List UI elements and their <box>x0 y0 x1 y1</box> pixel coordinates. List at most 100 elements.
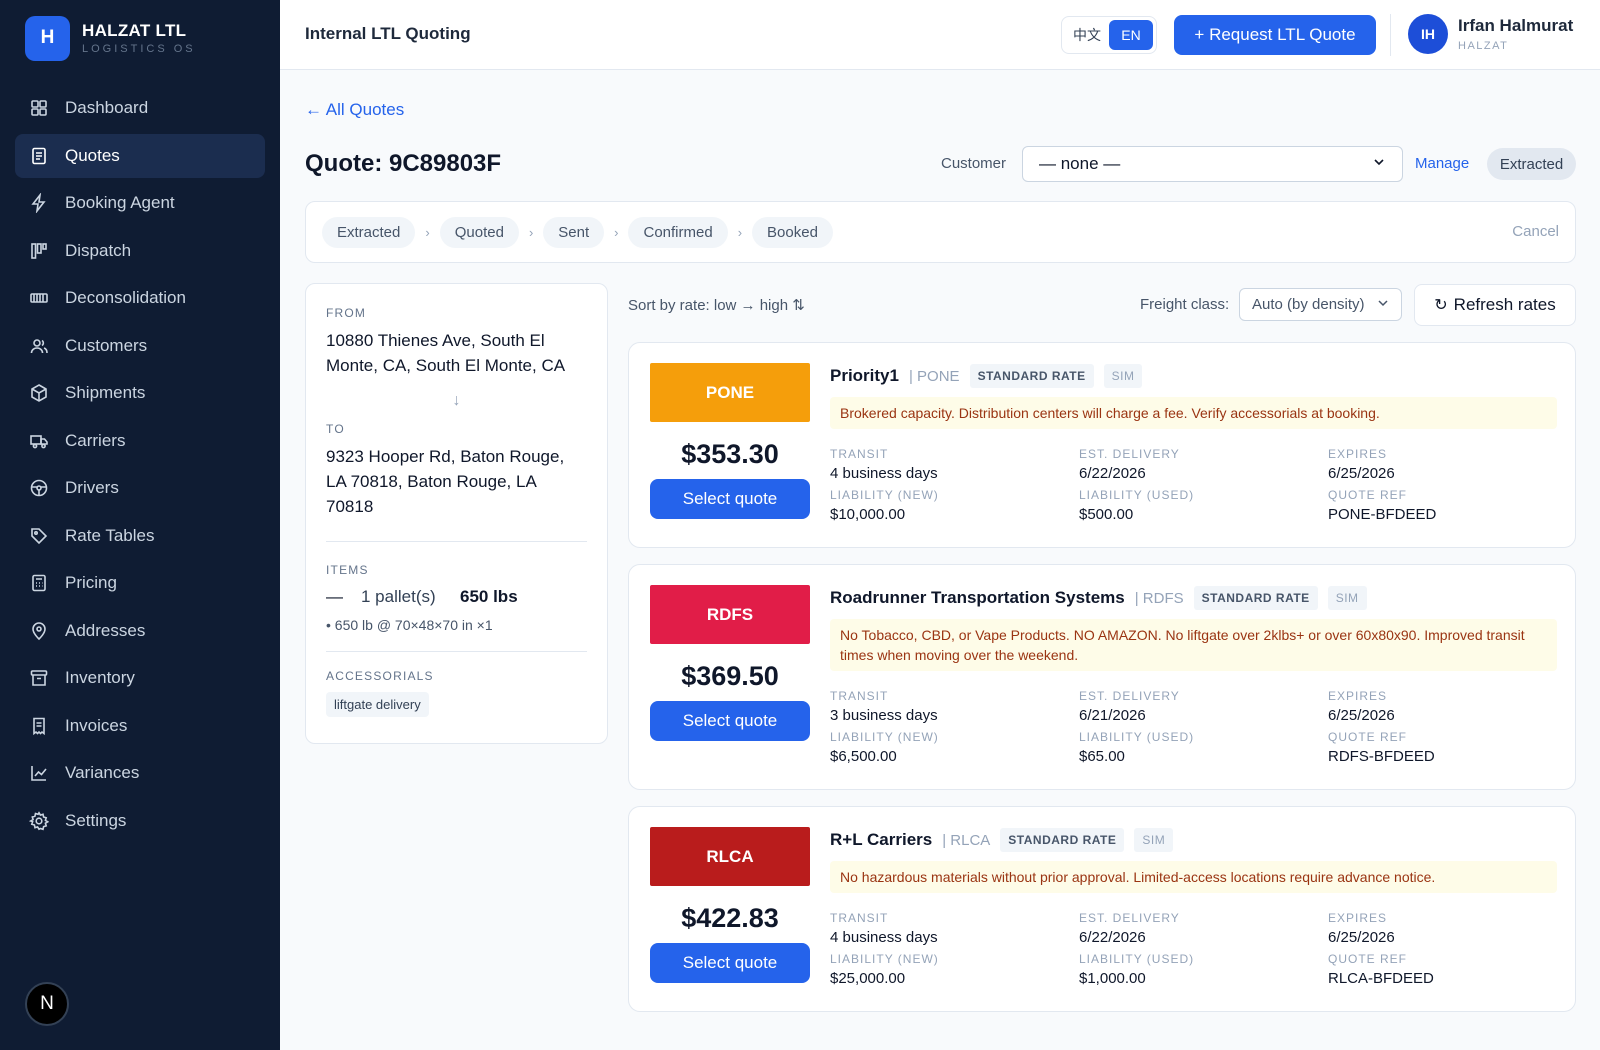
field-value-liability-new: $25,000.00 <box>830 970 906 987</box>
cancel-quote-link[interactable]: Cancel <box>1512 223 1559 240</box>
carrier-code: | PONE <box>908 367 960 385</box>
quote-price: $353.30 <box>681 439 779 469</box>
accessorial-chip: liftgate delivery <box>326 692 429 717</box>
refresh-rates-button[interactable]: ↻ Refresh rates <box>1414 284 1576 326</box>
sidebar-item-variances[interactable]: Variances <box>15 751 265 795</box>
carrier-note: Brokered capacity. Distribution centers … <box>830 397 1557 429</box>
sidebar-item-carriers[interactable]: Carriers <box>15 419 265 463</box>
step-confirmed[interactable]: Confirmed <box>628 217 728 248</box>
step-quoted[interactable]: Quoted <box>439 217 519 248</box>
sidebar-item-shipments[interactable]: Shipments <box>15 371 265 415</box>
sidebar-item-booking-agent[interactable]: Booking Agent <box>15 181 265 225</box>
sidebar-item-quotes[interactable]: Quotes <box>15 133 265 178</box>
refresh-icon: ↻ <box>1434 297 1448 314</box>
to-label: TO <box>326 422 345 436</box>
sidebar-item-dashboard[interactable]: Dashboard <box>15 86 265 130</box>
archive-icon <box>29 668 49 688</box>
arrow-down-icon: ↓ <box>452 392 461 409</box>
sidebar-item-label: Invoices <box>65 715 128 735</box>
brand-subtitle: LOGISTICS OS <box>82 43 196 55</box>
users-icon <box>29 336 49 356</box>
sim-tag: SIM <box>1134 828 1174 852</box>
sidebar-item-rate-tables[interactable]: Rate Tables <box>15 514 265 558</box>
items-label: ITEMS <box>326 563 369 577</box>
step-sent[interactable]: Sent <box>543 217 605 248</box>
brand-name: HALZAT LTL <box>82 21 187 40</box>
items-weight: 650 lbs <box>460 587 518 606</box>
sort-by-rate-toggle[interactable]: Sort by rate: low → high ⇅ <box>628 296 805 314</box>
sidebar-item-pricing[interactable]: Pricing <box>15 561 265 605</box>
field-label-quote-ref: QUOTE REF <box>1328 952 1408 966</box>
quote-card: PONE $353.30 Select quote Priority1 | PONE ST… <box>628 342 1576 548</box>
sidebar-item-invoices[interactable]: Invoices <box>15 704 265 748</box>
lang-option-en[interactable]: EN <box>1109 20 1153 50</box>
field-label-expires: EXPIRES <box>1328 447 1388 461</box>
field-value-quote-ref: RDFS-BFDEED <box>1328 748 1435 765</box>
sidebar-item-addresses[interactable]: Addresses <box>15 609 265 653</box>
sidebar-item-dispatch[interactable]: Dispatch <box>15 229 265 273</box>
chevron-right-icon: › <box>737 225 743 240</box>
items-dash: — <box>326 587 343 606</box>
step-booked[interactable]: Booked <box>752 217 833 248</box>
page-title: Quote: 9C89803F <box>305 150 502 177</box>
chevron-right-icon: › <box>614 225 619 240</box>
sidebar-item-label: Shipments <box>65 383 146 402</box>
sidebar-item-label: Variances <box>65 763 140 782</box>
request-ltl-quote-button[interactable]: + Request LTL Quote <box>1174 15 1376 55</box>
sidebar-item-settings[interactable]: Settings <box>15 799 265 843</box>
tag-icon <box>29 526 49 546</box>
sidebar-item-label: Deconsolidation <box>65 288 186 307</box>
chevron-right-icon: › <box>528 225 534 240</box>
sidebar-item-label: Customers <box>65 335 148 355</box>
sidebar-item-inventory[interactable]: Inventory <box>15 656 265 700</box>
sidebar-item-label: Pricing <box>65 573 117 592</box>
back-to-all-quotes-link[interactable]: ← All Quotes <box>305 100 404 120</box>
lang-option-zh[interactable]: 中文 <box>1065 20 1109 50</box>
field-label-transit: TRANSIT <box>830 911 889 925</box>
freight-class-select[interactable]: Auto (by density) <box>1239 288 1402 321</box>
quote-details-grid: TRANSIT 4 business days EST. DELIVERY 6/22/… <box>830 911 1557 987</box>
sidebar-item-drivers[interactable]: Drivers <box>15 466 265 510</box>
field-label-est-delivery: EST. DELIVERY <box>1079 911 1180 925</box>
customer-label: Customer <box>941 155 1007 172</box>
chevron-right-icon: › <box>425 225 430 240</box>
carrier-badge: RLCA <box>650 827 810 886</box>
kanban-icon <box>29 241 49 261</box>
field-label-liability-new: LIABILITY (NEW) <box>830 730 939 744</box>
avatar[interactable]: IH <box>1408 14 1448 54</box>
carrier-badge: RDFS <box>650 585 810 644</box>
brand[interactable]: H HALZAT LTL LOGISTICS OS <box>0 0 280 76</box>
select-quote-button[interactable]: Select quote <box>650 701 810 741</box>
select-quote-button[interactable]: Select quote <box>650 943 810 983</box>
quote-card: RDFS $369.50 Select quote Roadrunner Transp… <box>628 564 1576 790</box>
customer-select[interactable]: — none — <box>1022 146 1403 182</box>
user-org: HALZAT <box>1458 40 1509 52</box>
dev-tools-badge[interactable]: N <box>25 982 69 1026</box>
select-quote-button[interactable]: Select quote <box>650 479 810 519</box>
field-label-transit: TRANSIT <box>830 447 889 461</box>
box-icon <box>29 383 49 403</box>
quote-price: $369.50 <box>681 661 779 691</box>
sidebar-item-customers[interactable]: Customers <box>15 324 265 368</box>
quote-details-grid: TRANSIT 3 business days EST. DELIVERY 6/21/… <box>830 689 1557 765</box>
customer-select-value: — none — <box>1039 154 1121 173</box>
field-value-expires: 6/25/2026 <box>1328 707 1395 724</box>
sim-tag: SIM <box>1103 364 1143 388</box>
carrier-name: Priority1 <box>830 366 899 385</box>
map-pin-icon <box>29 621 49 641</box>
accessorials-label: ACCESSORIALS <box>326 669 434 683</box>
field-value-transit: 3 business days <box>830 707 938 724</box>
sidebar-item-label: Drivers <box>65 478 119 497</box>
carrier-name: Roadrunner Transportation Systems <box>830 588 1125 607</box>
manage-customers-link[interactable]: Manage <box>1415 155 1469 172</box>
field-value-est-delivery: 6/22/2026 <box>1079 929 1146 946</box>
user-name: Irfan Halmurat <box>1458 16 1574 35</box>
field-label-liability-used: LIABILITY (USED) <box>1079 730 1195 744</box>
field-label-quote-ref: QUOTE REF <box>1328 730 1408 744</box>
step-extracted[interactable]: Extracted <box>322 217 416 248</box>
sidebar-item-deconsolidation[interactable]: Deconsolidation <box>15 276 265 320</box>
dashboard-icon <box>29 98 49 118</box>
field-value-liability-new: $10,000.00 <box>830 506 906 523</box>
sidebar-item-label: Dispatch <box>65 240 132 260</box>
field-value-liability-new: $6,500.00 <box>830 748 897 765</box>
